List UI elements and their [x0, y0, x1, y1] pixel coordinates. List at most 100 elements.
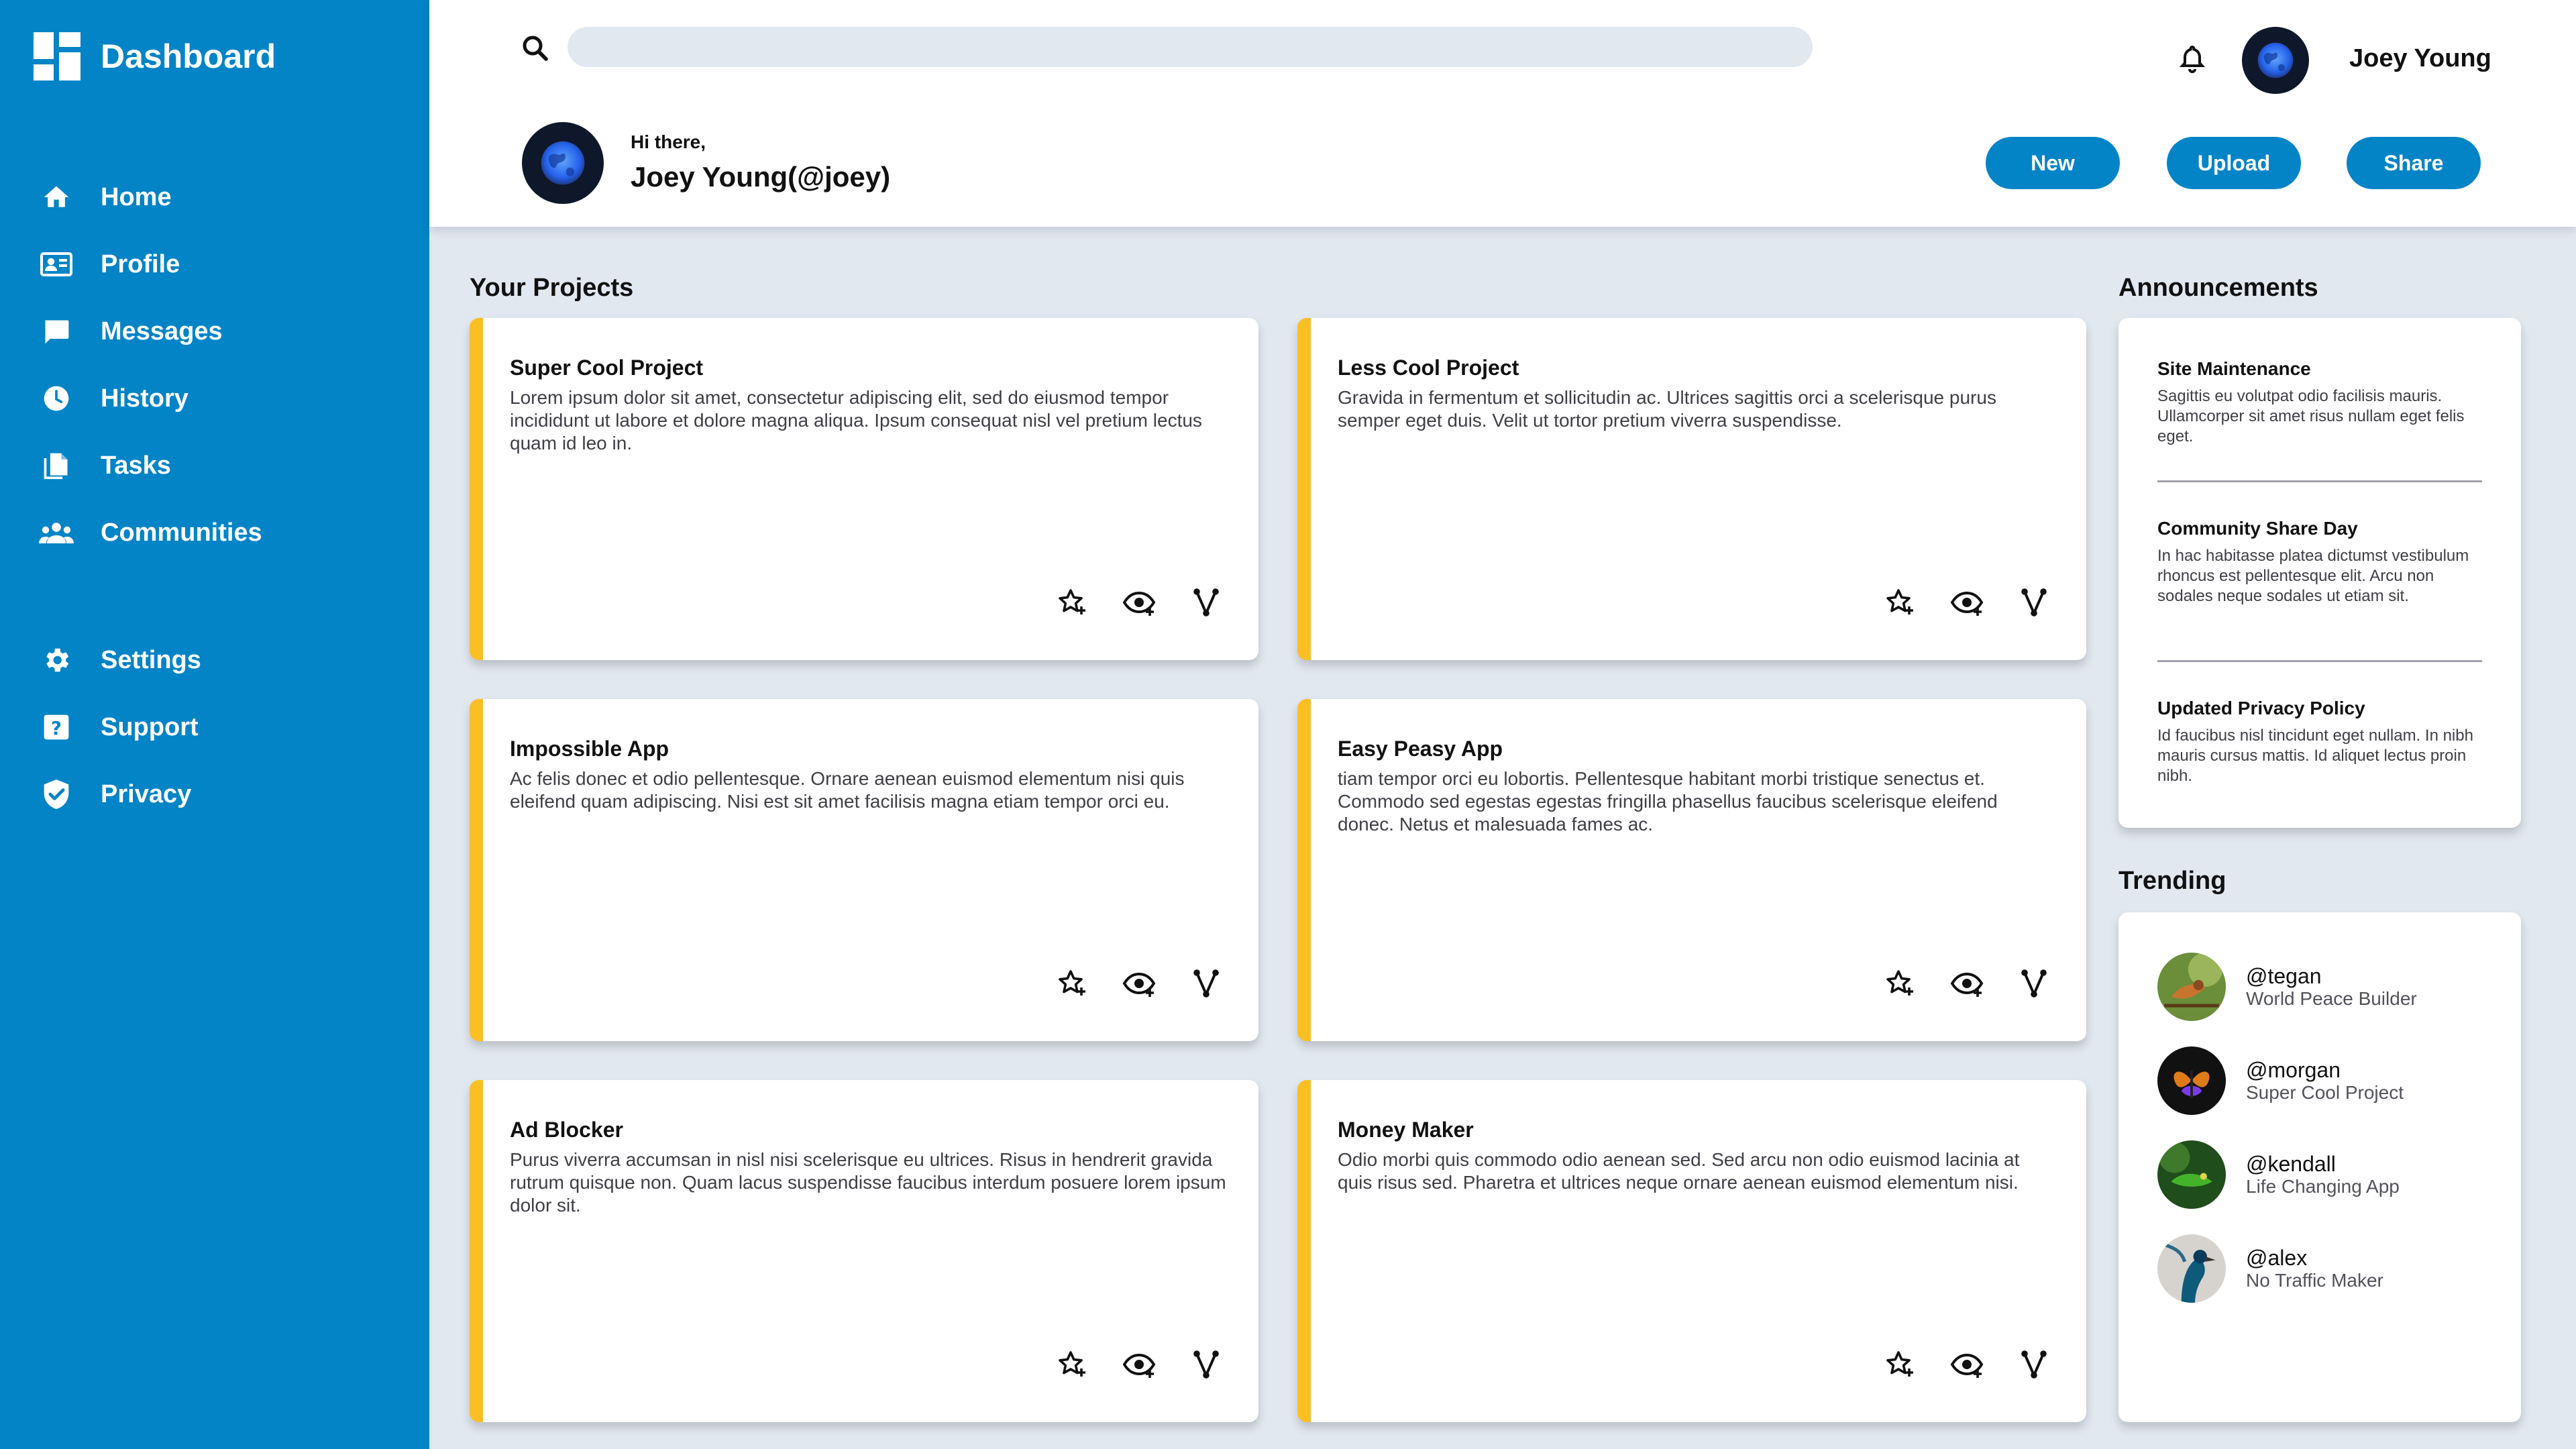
watch-icon[interactable] — [1948, 584, 1986, 621]
sidebar-item-label: Privacy — [101, 780, 192, 808]
sidebar-item-communities[interactable]: Communities — [39, 511, 401, 554]
greeting-small: Hi there, — [631, 131, 706, 152]
search-input[interactable] — [568, 27, 1813, 67]
new-button[interactable]: New — [1986, 137, 2120, 189]
sidebar-item-tasks[interactable]: Tasks — [39, 444, 401, 487]
svg-text:?: ? — [51, 718, 62, 739]
trending-handle: @alex — [2246, 1246, 2308, 1270]
trending-item[interactable]: @tegan World Peace Builder — [2157, 953, 2520, 1021]
avatar — [2157, 953, 2226, 1021]
announcement-text: In hac habitasse platea dictumst vestibu… — [2157, 547, 2469, 605]
star-add-icon[interactable] — [1881, 584, 1919, 621]
sidebar-item-profile[interactable]: Profile — [39, 243, 401, 286]
sidebar-item-history[interactable]: History — [39, 377, 401, 420]
documents-icon — [39, 448, 74, 483]
sidebar-item-label: Messages — [101, 317, 223, 345]
brand[interactable]: Dashboard — [34, 32, 276, 80]
project-description: Gravida in fermentum et sollicitudin ac.… — [1338, 387, 1996, 431]
share-button[interactable]: Share — [2347, 137, 2481, 189]
sidebar-item-label: Profile — [101, 250, 180, 278]
home-icon — [39, 180, 74, 215]
fork-icon[interactable] — [1187, 1346, 1225, 1383]
star-add-icon[interactable] — [1053, 1346, 1091, 1383]
sidebar-item-label: History — [101, 384, 189, 413]
trending-project: World Peace Builder — [2246, 988, 2417, 1009]
gear-icon — [39, 643, 74, 678]
card-actions — [1053, 965, 1254, 1002]
projects-title: Your Projects — [470, 274, 634, 302]
trending-project: Life Changing App — [2246, 1176, 2400, 1197]
card-actions — [1881, 584, 2082, 621]
card-actions — [1881, 965, 2082, 1002]
card-actions — [1881, 1346, 2082, 1383]
project-card[interactable]: Less Cool Project Gravida in fermentum e… — [1297, 318, 2086, 660]
announcement-text: Id faucibus nisl tincidunt eget nullam. … — [2157, 727, 2473, 785]
trending-item[interactable]: @alex No Traffic Maker — [2157, 1234, 2520, 1303]
help-icon: ? — [39, 710, 74, 745]
announcement-title: Updated Privacy Policy — [2157, 698, 2365, 718]
avatar — [2157, 1046, 2226, 1115]
trending-handle: @kendall — [2246, 1152, 2336, 1176]
star-add-icon[interactable] — [1053, 584, 1091, 621]
trending-item[interactable]: @kendall Life Changing App — [2157, 1140, 2520, 1209]
people-icon — [39, 515, 74, 550]
project-card[interactable]: Easy Peasy App tiam tempor orci eu lobor… — [1297, 699, 2086, 1041]
trending-project: No Traffic Maker — [2246, 1270, 2383, 1291]
watch-icon[interactable] — [1120, 965, 1158, 1002]
sidebar-item-settings[interactable]: Settings — [39, 639, 401, 682]
watch-icon[interactable] — [1120, 584, 1158, 621]
sidebar-item-home[interactable]: Home — [39, 176, 401, 219]
star-add-icon[interactable] — [1881, 965, 1919, 1002]
avatar — [2157, 1234, 2226, 1303]
trending-handle: @tegan — [2246, 964, 2322, 988]
trending-panel: @tegan World Peace Builder @morgan Super… — [2118, 912, 2521, 1422]
watch-icon[interactable] — [1948, 1346, 1986, 1383]
project-description: Lorem ipsum dolor sit amet, consectetur … — [510, 387, 1202, 453]
message-icon — [39, 314, 74, 349]
divider — [2157, 480, 2482, 482]
search-icon[interactable] — [519, 32, 551, 64]
project-description: Ac felis donec et odio pellentesque. Orn… — [510, 768, 1185, 812]
sidebar-item-support[interactable]: ? Support — [39, 706, 401, 749]
fork-icon[interactable] — [2015, 1346, 2053, 1383]
sidebar-item-label: Support — [101, 712, 199, 741]
fork-icon[interactable] — [2015, 584, 2053, 621]
trending-item[interactable]: @morgan Super Cool Project — [2157, 1046, 2520, 1115]
sidebar-item-label: Settings — [101, 645, 201, 674]
watch-icon[interactable] — [1120, 1346, 1158, 1383]
divider — [2157, 660, 2482, 662]
avatar — [2157, 1140, 2226, 1209]
star-add-icon[interactable] — [1053, 965, 1091, 1002]
upload-button[interactable]: Upload — [2167, 137, 2301, 189]
profile-avatar — [522, 122, 604, 204]
card-actions — [1053, 584, 1254, 621]
avatar[interactable] — [2242, 27, 2309, 94]
project-card[interactable]: Super Cool Project Lorem ipsum dolor sit… — [470, 318, 1258, 660]
trending-project: Super Cool Project — [2246, 1082, 2404, 1103]
sidebar-item-privacy[interactable]: Privacy — [39, 773, 401, 816]
brand-title: Dashboard — [101, 38, 276, 75]
announcements-title: Announcements — [2118, 274, 2318, 302]
project-card[interactable]: Impossible App Ac felis donec et odio pe… — [470, 699, 1258, 1041]
fork-icon[interactable] — [1187, 584, 1225, 621]
fork-icon[interactable] — [2015, 965, 2053, 1002]
project-card[interactable]: Ad Blocker Purus viverra accumsan in nis… — [470, 1080, 1258, 1422]
fork-icon[interactable] — [1187, 965, 1225, 1002]
project-description: Odio morbi quis commodo odio aenean sed.… — [1338, 1149, 2020, 1193]
project-title: Less Cool Project — [1338, 356, 1519, 380]
project-title: Easy Peasy App — [1338, 737, 1503, 761]
sidebar-item-messages[interactable]: Messages — [39, 310, 401, 353]
project-title: Super Cool Project — [510, 356, 704, 380]
bell-icon[interactable] — [2176, 43, 2208, 75]
trending-title: Trending — [2118, 867, 2226, 895]
watch-icon[interactable] — [1948, 965, 1986, 1002]
project-card[interactable]: Money Maker Odio morbi quis commodo odio… — [1297, 1080, 2086, 1422]
sidebar-item-label: Tasks — [101, 451, 171, 480]
project-title: Ad Blocker — [510, 1118, 623, 1142]
clock-icon — [39, 381, 74, 416]
user-name[interactable]: Joey Young — [2349, 44, 2491, 73]
project-title: Money Maker — [1338, 1118, 1474, 1142]
star-add-icon[interactable] — [1881, 1346, 1919, 1383]
announcement-title: Site Maintenance — [2157, 358, 2311, 379]
trending-handle: @morgan — [2246, 1058, 2341, 1082]
